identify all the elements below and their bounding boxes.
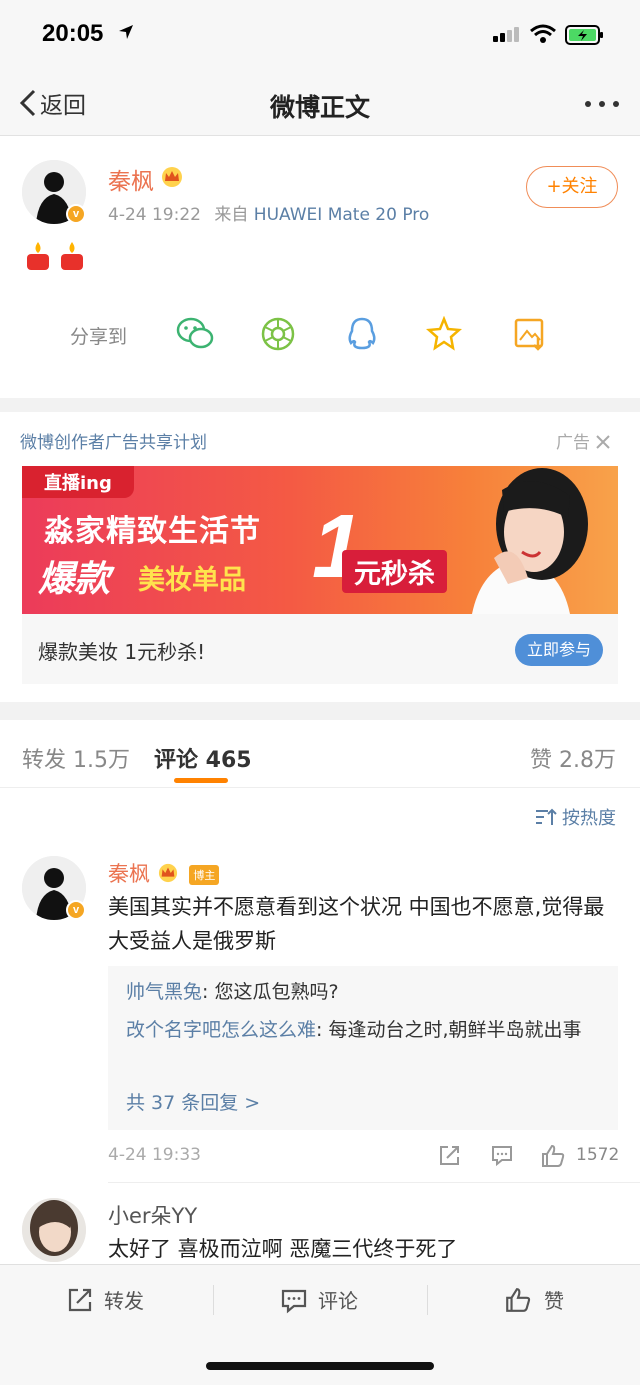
live-tag: 直播ing — [22, 466, 134, 498]
reply-box[interactable]: 帅气黑兔: 您这瓜包熟吗? 改个名字吧怎么这么难: 每逢动台之时,朝鲜半岛就出事… — [108, 966, 618, 1130]
qq-icon[interactable] — [346, 316, 378, 352]
reply-item: 改个名字吧怎么这么难: 每逢动台之时,朝鲜半岛就出事 — [126, 1014, 608, 1047]
share-label: 分享到 — [70, 326, 128, 348]
ad-footer: 爆款美妆 1元秒杀! 立即参与 — [22, 614, 618, 684]
ad-banner[interactable]: 直播ing 淼家精致生活节 爆款 美妆单品 1 元秒杀 — [22, 466, 618, 614]
thumb-up-icon — [506, 1287, 531, 1312]
close-icon[interactable] — [595, 434, 611, 450]
commenter-name[interactable]: 小er朵YY — [108, 1200, 197, 1230]
commenter-avatar[interactable] — [22, 1198, 86, 1262]
tab-likes[interactable]: 赞 2.8万 — [530, 742, 616, 774]
repost-button[interactable]: 转发 — [66, 1285, 144, 1314]
bar-divider — [213, 1285, 214, 1315]
ad-cta-button[interactable]: 立即参与 — [515, 634, 603, 666]
post-meta: 4-24 19:22 来自 HUAWEI Mate 20 Pro — [108, 200, 429, 225]
comment-icon — [281, 1289, 307, 1313]
vip-crown-icon — [158, 863, 177, 883]
ad-tag-label: 广告 — [556, 433, 590, 453]
banner-makeup: 美妆单品 — [138, 565, 246, 596]
signal-icon — [493, 27, 519, 42]
comment-icon[interactable] — [490, 1143, 514, 1167]
candle-icon — [27, 242, 49, 270]
section-divider — [0, 702, 640, 720]
ad-card: 微博创作者广告共享计划 广告 直播ing 淼家精致生活节 爆款 美妆单品 1 元… — [0, 412, 640, 702]
save-image-icon[interactable] — [512, 316, 548, 352]
post-card: v 秦枫 4-24 19:22 来自 HUAWEI Mate 20 Pro +关… — [0, 136, 640, 398]
battery-icon — [565, 25, 603, 45]
reply-user[interactable]: 改个名字吧怎么这么难 — [126, 1019, 316, 1041]
banner-headline: 淼家精致生活节 — [44, 514, 261, 549]
verified-badge: v — [66, 900, 86, 920]
candle-icon — [61, 242, 83, 270]
comment-text: 美国其实并不愿意看到这个状况 中国也不愿意,觉得最大受益人是俄罗斯 — [108, 895, 605, 953]
sort-label: 按热度 — [562, 808, 616, 829]
comment-time: 4-24 19:33 — [108, 1145, 201, 1165]
reply-text: : 您这瓜包熟吗? — [202, 981, 339, 1003]
share-row: 分享到 — [70, 316, 570, 356]
banner-hot: 爆款 — [38, 559, 111, 600]
comment-button[interactable]: 评论 — [280, 1285, 358, 1314]
more-icon[interactable] — [584, 100, 620, 108]
reply-text: : 每逢动台之时,朝鲜半岛就出事 — [316, 1019, 582, 1041]
follow-button[interactable]: +关注 — [526, 166, 618, 208]
thumb-up-icon[interactable] — [540, 1143, 566, 1169]
post-time: 4-24 19:22 — [108, 205, 201, 225]
post-author-name[interactable]: 秦枫 — [108, 162, 154, 196]
active-tab-indicator — [174, 778, 228, 783]
post-source-prefix: 来自 — [214, 205, 249, 225]
home-indicator[interactable] — [206, 1362, 434, 1370]
like-button[interactable]: 赞 — [504, 1285, 564, 1314]
ad-plan-label[interactable]: 微博创作者广告共享计划 — [20, 428, 207, 453]
tab-comments[interactable]: 评论 465 — [154, 742, 252, 774]
location-arrow-icon — [119, 25, 133, 39]
bar-divider — [427, 1285, 428, 1315]
sort-icon — [536, 808, 557, 825]
status-bar: 20:05 — [0, 0, 640, 70]
repost-icon — [68, 1288, 92, 1311]
vip-crown-icon — [162, 167, 182, 187]
sort-by-heat-button[interactable]: 按热度 — [534, 804, 616, 830]
post-source-device[interactable]: HUAWEI Mate 20 Pro — [254, 205, 430, 225]
comment-divider — [108, 1182, 640, 1183]
moments-icon[interactable] — [260, 316, 296, 352]
post-content — [24, 240, 86, 279]
share-icon[interactable] — [438, 1143, 462, 1167]
wifi-icon — [530, 24, 556, 43]
page-title: 微博正文 — [269, 93, 370, 122]
more-replies-link[interactable]: 共 37 条回复 > — [126, 1088, 260, 1115]
reply-user[interactable]: 帅气黑兔 — [126, 981, 202, 1003]
blogger-badge: 博主 — [189, 865, 220, 885]
like-count: 1572 — [576, 1145, 620, 1165]
like-label: 赞 — [544, 1289, 564, 1313]
section-divider — [0, 398, 640, 412]
profile-photo — [22, 1198, 86, 1262]
verified-badge: v — [66, 204, 86, 224]
qzone-icon[interactable] — [426, 316, 462, 352]
commenter-name-row: 秦枫 博主 — [108, 858, 220, 888]
comment-footer: 4-24 19:33 1572 — [108, 1143, 620, 1169]
model-photo — [472, 468, 588, 614]
commenter-name[interactable]: 秦枫 — [108, 862, 150, 886]
status-time: 20:05 — [42, 20, 104, 47]
comment-label: 评论 — [318, 1289, 358, 1313]
ad-tag[interactable]: 广告 — [556, 428, 611, 453]
reply-item: 帅气黑兔: 您这瓜包熟吗? — [126, 976, 608, 1009]
tab-repost[interactable]: 转发 1.5万 — [22, 742, 130, 774]
ad-caption: 爆款美妆 1元秒杀! — [38, 640, 206, 664]
banner-flash-sale: 元秒杀 — [342, 550, 447, 593]
comment-text: 太好了 喜极而泣啊 恶魔三代终于死了 — [108, 1237, 458, 1261]
interaction-tabs: 转发 1.5万 评论 465 赞 2.8万 — [0, 720, 640, 788]
nav-bar: 返回 微博正文 — [0, 70, 640, 136]
wechat-icon[interactable] — [176, 316, 214, 352]
repost-label: 转发 — [104, 1289, 144, 1313]
